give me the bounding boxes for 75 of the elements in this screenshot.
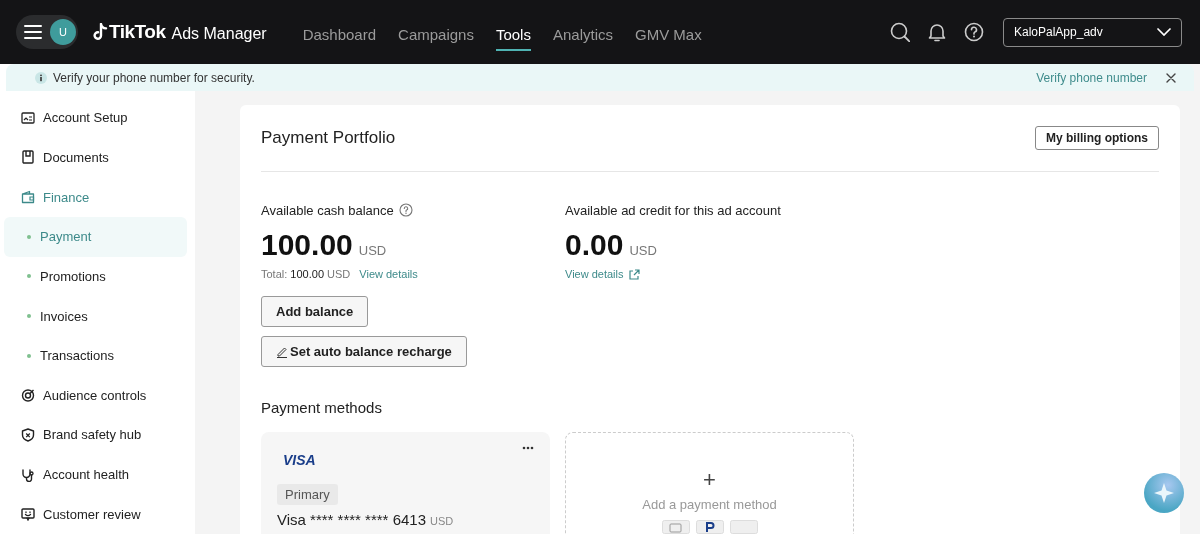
image-card-icon <box>21 110 35 125</box>
section-title: Payment methods <box>261 399 383 416</box>
primary-badge: Primary <box>277 484 338 505</box>
card-number: Visa **** **** **** 6413 <box>277 511 426 528</box>
balance-label: Available ad credit for this ad account <box>565 202 781 218</box>
music-note-icon <box>92 22 108 42</box>
nav-tab[interactable]: Analytics <box>552 17 613 51</box>
auto-recharge-button[interactable]: Set auto balance recharge <box>261 336 467 367</box>
panel-title: Payment Portfolio <box>261 128 396 148</box>
menu-icon <box>24 24 42 40</box>
target-icon <box>21 388 35 403</box>
total-balance: Total: 100.00 USD <box>261 268 351 280</box>
bullet-icon <box>27 314 31 318</box>
sidebar-item[interactable]: Audience controls <box>4 375 187 416</box>
card-icon <box>661 520 690 534</box>
card-brand-logo: VISA <box>283 452 316 468</box>
wallet-icon <box>21 190 35 205</box>
document-icon <box>21 150 35 165</box>
sidebar-subitem[interactable]: Payment <box>4 216 187 257</box>
account-selector[interactable]: KaloPalApp_adv <box>1003 17 1182 47</box>
sparkle-icon <box>1153 482 1175 504</box>
sidebar-item[interactable]: Finance <box>4 177 187 217</box>
billing-options-button[interactable]: My billing options <box>1035 126 1159 150</box>
view-details-link[interactable]: View details <box>359 268 418 280</box>
currency-label: USD <box>358 243 387 258</box>
chat-face-icon <box>21 507 35 522</box>
help-icon <box>398 203 413 217</box>
balance-label: Available cash balance <box>261 202 394 218</box>
currency-label: USD <box>430 515 454 527</box>
external-link-icon <box>627 268 640 280</box>
add-payment-card[interactable]: + Add a payment method <box>565 432 854 534</box>
pencil-icon <box>276 345 288 358</box>
bullet-icon <box>27 274 31 279</box>
payment-option-icon <box>729 520 758 534</box>
add-balance-button[interactable]: Add balance <box>261 296 369 327</box>
help-button[interactable] <box>964 22 984 42</box>
bell-button[interactable] <box>927 22 947 42</box>
nav-tab[interactable]: Dashboard <box>302 17 377 51</box>
close-button[interactable] <box>1166 72 1176 83</box>
sidebar-subitem[interactable]: Invoices <box>4 296 187 336</box>
info-icon <box>35 71 47 84</box>
sidebar-item[interactable]: Brand safety hub <box>4 415 187 455</box>
stethoscope-icon <box>21 467 35 482</box>
balance-amount: 100.00 <box>261 228 353 262</box>
sidebar-item[interactable]: Customer review <box>4 494 187 534</box>
nav-tab[interactable]: Tools <box>495 17 531 51</box>
paypal-icon <box>695 520 724 534</box>
search-icon <box>890 22 910 42</box>
more-icon <box>522 446 534 450</box>
currency-label: USD <box>629 243 657 258</box>
bell-icon <box>927 22 947 42</box>
help-icon <box>964 22 984 42</box>
sidebar-item[interactable]: Account health <box>4 454 187 495</box>
sidebar-subitem[interactable]: Transactions <box>4 335 187 376</box>
sidebar-item[interactable]: Documents <box>4 137 187 178</box>
balance-amount: 0.00 <box>565 228 624 262</box>
more-button[interactable] <box>522 446 534 450</box>
add-button[interactable]: + <box>703 469 716 491</box>
add-payment-label: Add a payment method <box>642 497 777 512</box>
bullet-icon <box>27 234 31 239</box>
logo-text: TikTok <box>109 21 166 43</box>
nav-tab[interactable]: Campaigns <box>398 17 474 51</box>
nav-tab[interactable]: GMV Max <box>635 17 702 51</box>
view-details-link[interactable]: View details <box>565 268 640 280</box>
banner-message: Verify your phone number for security. <box>53 70 256 85</box>
sidebar-item[interactable]: Account Setup <box>4 98 187 138</box>
close-icon <box>1166 72 1176 83</box>
product-name: Ads Manager <box>171 25 267 43</box>
bullet-icon <box>27 353 31 358</box>
chevron-down-icon <box>1157 28 1171 36</box>
search-button[interactable] <box>890 22 910 42</box>
menu-button[interactable] <box>24 24 42 40</box>
verify-link[interactable]: Verify phone number <box>1036 70 1147 85</box>
shield-icon <box>21 427 35 442</box>
sidebar-subitem[interactable]: Promotions <box>4 256 187 297</box>
